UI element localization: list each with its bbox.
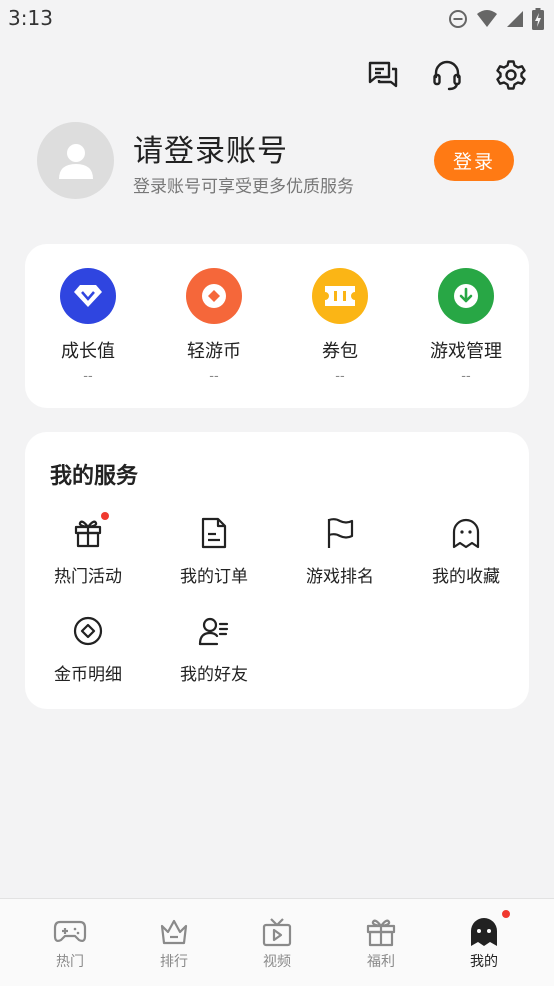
tab-label: 排行 xyxy=(160,954,188,970)
gear-icon xyxy=(496,60,526,90)
tab-welfare[interactable]: 福利 xyxy=(326,915,436,971)
tab-label: 我的 xyxy=(470,954,498,970)
stat-label: 轻游币 xyxy=(187,341,241,362)
service-hot-events[interactable]: 热门活动 xyxy=(25,512,151,587)
gamepad-icon xyxy=(53,920,87,942)
tab-ranking[interactable]: 排行 xyxy=(119,915,229,971)
bottom-tab-bar: 热门 排行 视频 福利 我的 xyxy=(0,898,554,986)
status-time: 3:13 xyxy=(8,6,53,30)
growth-icon-circle xyxy=(60,268,116,324)
user-placeholder-icon xyxy=(58,143,93,179)
tab-mine[interactable]: 我的 xyxy=(429,910,539,971)
stat-value: -- xyxy=(83,369,93,384)
service-icon-wrap xyxy=(449,516,483,550)
stat-coins[interactable]: 轻游币 -- xyxy=(151,268,277,384)
download-icon xyxy=(454,284,478,308)
headset-icon xyxy=(433,60,461,91)
coin-outline-icon xyxy=(73,616,103,646)
service-label: 我的订单 xyxy=(180,567,248,587)
service-icon-wrap xyxy=(197,516,231,550)
service-label: 游戏排名 xyxy=(306,567,374,587)
service-favorites[interactable]: 我的收藏 xyxy=(403,516,529,587)
stat-value: -- xyxy=(335,369,345,384)
message-icon xyxy=(368,61,398,88)
tab-icon-wrap xyxy=(363,915,399,949)
tab-label: 福利 xyxy=(367,954,395,970)
service-icon-wrap xyxy=(197,614,231,648)
tab-label: 热门 xyxy=(56,954,84,970)
tab-icon-wrap xyxy=(156,915,192,949)
avatar[interactable] xyxy=(37,122,114,199)
service-icon-wrap xyxy=(323,516,357,550)
stat-value: -- xyxy=(209,369,219,384)
services-title: 我的服务 xyxy=(50,464,139,489)
ghost-icon xyxy=(471,918,497,946)
service-icon-wrap xyxy=(71,614,105,648)
crown-icon xyxy=(160,919,188,945)
document-icon xyxy=(201,517,227,549)
tab-icon-wrap xyxy=(259,915,295,949)
do-not-disturb-icon xyxy=(449,10,467,28)
status-bar: 3:13 xyxy=(0,0,554,38)
tv-icon xyxy=(262,918,292,947)
tab-hot[interactable]: 热门 xyxy=(15,915,125,971)
service-game-ranking[interactable]: 游戏排名 xyxy=(277,516,403,587)
service-label: 我的好友 xyxy=(180,665,248,685)
stat-label: 游戏管理 xyxy=(430,341,502,362)
service-orders[interactable]: 我的订单 xyxy=(151,516,277,587)
stat-coupons[interactable]: 券包 -- xyxy=(277,268,403,384)
battery-icon xyxy=(532,8,544,30)
message-button[interactable] xyxy=(366,58,400,92)
stat-game-manager[interactable]: 游戏管理 -- xyxy=(403,268,529,384)
settings-button[interactable] xyxy=(494,58,528,92)
login-button[interactable]: 登录 xyxy=(434,140,514,181)
tab-label: 视频 xyxy=(263,954,291,970)
coin-icon xyxy=(202,284,226,308)
service-label: 我的收藏 xyxy=(432,567,500,587)
service-label: 金币明细 xyxy=(54,665,122,685)
stat-label: 成长值 xyxy=(61,341,115,362)
stat-value: -- xyxy=(461,369,471,384)
tab-icon-wrap xyxy=(466,910,510,949)
status-icons xyxy=(448,8,544,30)
tab-icon-wrap xyxy=(52,915,88,949)
friends-icon xyxy=(198,617,229,646)
ticket-icon xyxy=(325,286,355,306)
service-friends[interactable]: 我的好友 xyxy=(151,614,277,685)
ghost-icon xyxy=(452,518,480,549)
services-card: 我的服务 热门活动 我的订单 游戏排名 我的收藏 金币明细 我的好友 xyxy=(25,432,529,709)
stat-label: 券包 xyxy=(322,341,358,362)
service-label: 热门活动 xyxy=(54,567,122,587)
service-coin-details[interactable]: 金币明细 xyxy=(25,614,151,685)
login-prompt-subtitle: 登录账号可享受更多优质服务 xyxy=(133,177,354,197)
signal-icon xyxy=(507,11,523,27)
gift-icon xyxy=(366,919,396,947)
customer-service-button[interactable] xyxy=(430,58,464,92)
notification-dot xyxy=(101,512,109,520)
diamond-icon xyxy=(74,285,102,307)
stat-growth[interactable]: 成长值 -- xyxy=(25,268,151,384)
notification-dot xyxy=(502,910,510,918)
service-icon-wrap xyxy=(71,512,109,550)
game-manager-icon-circle xyxy=(438,268,494,324)
top-actions xyxy=(366,58,528,92)
coupons-icon-circle xyxy=(312,268,368,324)
login-prompt-title[interactable]: 请登录账号 xyxy=(133,126,288,170)
tab-video[interactable]: 视频 xyxy=(222,915,332,971)
coins-icon-circle xyxy=(186,268,242,324)
profile-section: 请登录账号 登录账号可享受更多优质服务 登录 xyxy=(37,122,527,202)
wifi-icon xyxy=(477,10,497,27)
gift-icon xyxy=(74,520,102,548)
flag-icon xyxy=(327,518,354,548)
assets-card: 成长值 -- 轻游币 -- 券包 -- 游戏管理 -- xyxy=(25,244,529,408)
